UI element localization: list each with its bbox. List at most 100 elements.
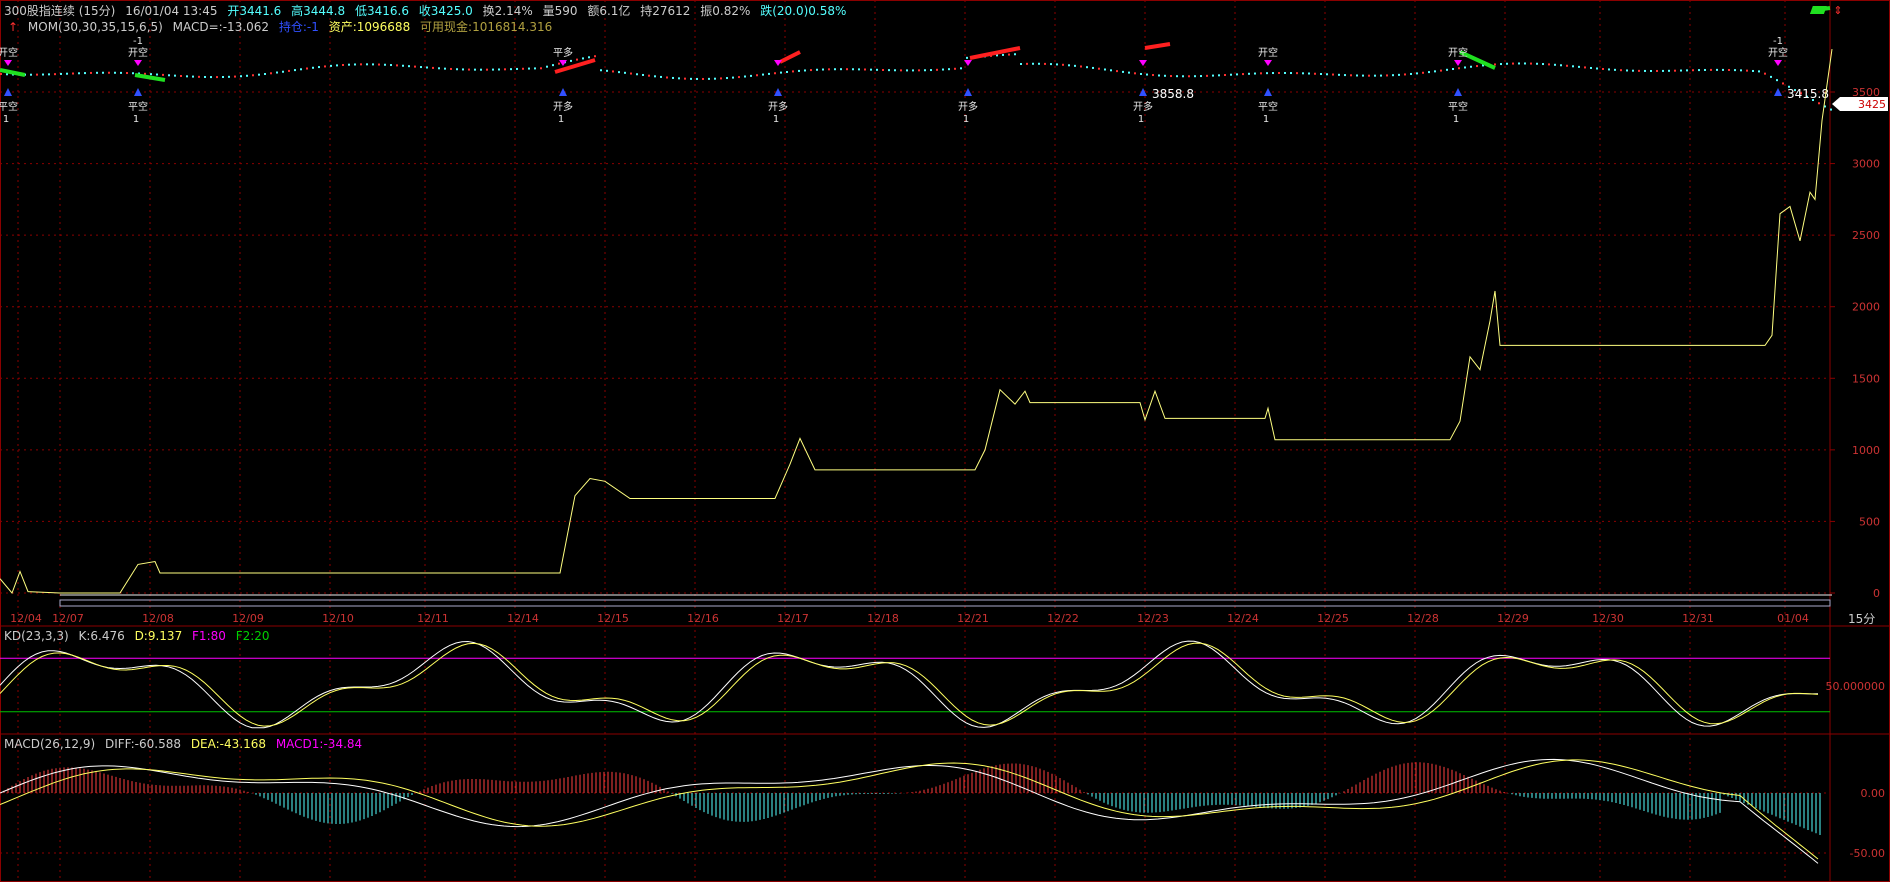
- price-bar: [1566, 64, 1568, 67]
- price-bar: [318, 66, 320, 69]
- price-bar: [114, 71, 116, 74]
- price-bar: [1728, 68, 1730, 71]
- macd-dea-line: [0, 759, 1819, 860]
- price-bar: [1038, 62, 1040, 65]
- price-bar: [222, 76, 224, 79]
- price-bar: [708, 77, 710, 80]
- price-bar: [642, 73, 644, 76]
- macd-name-label: MACD(26,12,9): [4, 737, 96, 751]
- price-bar: [300, 68, 302, 71]
- price-bar: [1596, 67, 1598, 70]
- price-bar: [168, 74, 170, 77]
- price-bar: [480, 68, 482, 71]
- price-bar: [1542, 63, 1544, 66]
- price-bar: [120, 71, 122, 74]
- up-arrow-icon: ↑: [8, 20, 19, 34]
- date-tick-label: 12/04: [10, 612, 42, 625]
- signal-up-triangle-icon: [1454, 88, 1462, 96]
- price-bar: [918, 69, 920, 72]
- date-tick-label: 01/04: [1777, 612, 1809, 625]
- price-bar: [1476, 65, 1478, 68]
- price-bar: [1182, 75, 1184, 78]
- date-tick-label: 12/25: [1317, 612, 1349, 625]
- price-bar: [1434, 70, 1436, 73]
- price-bar: [1548, 63, 1550, 66]
- price-bar: [636, 73, 638, 76]
- price-bar: [1506, 62, 1508, 65]
- macd-dea-label: DEA:-43.168: [190, 737, 266, 751]
- price-bar: [1290, 72, 1292, 75]
- price-bar: [1194, 75, 1196, 78]
- kd-f2-label: F2:20: [235, 629, 270, 643]
- low-label: 低3416.6: [354, 4, 409, 18]
- price-bar: [0, 73, 2, 75]
- price-bar: [1206, 74, 1208, 77]
- price-bar: [780, 71, 782, 74]
- signal-up-triangle-icon: [134, 88, 142, 96]
- price-bar: [528, 67, 530, 70]
- price-bar: [504, 68, 506, 71]
- price-bar: [660, 75, 662, 78]
- price-bar: [1158, 74, 1160, 77]
- price-bar: [576, 58, 578, 61]
- price-bar: [1716, 68, 1718, 71]
- price-bar: [84, 72, 86, 75]
- date-tick-label: 12/07: [52, 612, 84, 625]
- symbol-label: 300股指连续 (15分): [4, 4, 116, 18]
- trade-segment: [134, 73, 166, 82]
- price-bar: [612, 70, 614, 73]
- price-bar: [1404, 73, 1406, 76]
- price-bar: [276, 71, 278, 74]
- signal-bottom-label: 开多: [553, 100, 573, 113]
- date-tick-label: 12/28: [1407, 612, 1439, 625]
- price-bar: [912, 69, 914, 72]
- price-bar: [150, 73, 152, 76]
- price-bar: [258, 73, 260, 76]
- price-bar: [942, 68, 944, 71]
- date-tick-label: 12/08: [142, 612, 174, 625]
- date-tick-label: 12/23: [1137, 612, 1169, 625]
- price-bar: [1578, 65, 1580, 68]
- price-bar: [1590, 66, 1592, 69]
- macd-header: MACD(26,12,9) DIFF:-60.588 DEA:-43.168 M…: [4, 737, 368, 751]
- price-bar: [210, 76, 212, 79]
- cash-label: 可用现金:1016814.316: [420, 20, 553, 34]
- price-bar: [510, 68, 512, 71]
- price-bar: [1020, 63, 1022, 66]
- price-bar: [1140, 72, 1142, 75]
- price-bar: [732, 76, 734, 79]
- price-bar: [558, 62, 560, 65]
- signal-sub-label: 1: [558, 114, 564, 125]
- price-bar: [882, 68, 884, 71]
- price-bar: [372, 63, 374, 66]
- price-bar: [582, 57, 584, 60]
- trade-segment: [0, 68, 26, 77]
- price-bar: [894, 69, 896, 72]
- main-y-tick-label: 2500: [1852, 229, 1880, 242]
- price-bar: [294, 69, 296, 72]
- price-bar: [750, 74, 752, 77]
- signal-top-label: 开空: [128, 46, 148, 59]
- price-bar: [618, 71, 620, 74]
- signal-down-triangle-icon: [1774, 60, 1782, 66]
- price-bar: [426, 66, 428, 69]
- price-bar: [324, 65, 326, 68]
- price-bar: [198, 75, 200, 78]
- price-bar: [180, 75, 182, 78]
- price-bar: [654, 75, 656, 78]
- price-bar: [414, 65, 416, 68]
- price-bar: [1818, 102, 1820, 105]
- price-bar: [1656, 69, 1658, 72]
- scroll-track: [59, 599, 1831, 607]
- price-bar: [1032, 62, 1034, 65]
- macd-macd1-label: MACD1:-34.84: [275, 737, 363, 751]
- price-bar: [552, 64, 554, 67]
- price-bar: [1614, 68, 1616, 71]
- price-bar: [696, 77, 698, 80]
- date-tick-label: 12/30: [1592, 612, 1624, 625]
- price-bar: [1224, 74, 1226, 77]
- price-bar: [1392, 74, 1394, 77]
- price-bar: [378, 63, 380, 66]
- price-bar: [1680, 69, 1682, 72]
- price-bar: [726, 77, 728, 80]
